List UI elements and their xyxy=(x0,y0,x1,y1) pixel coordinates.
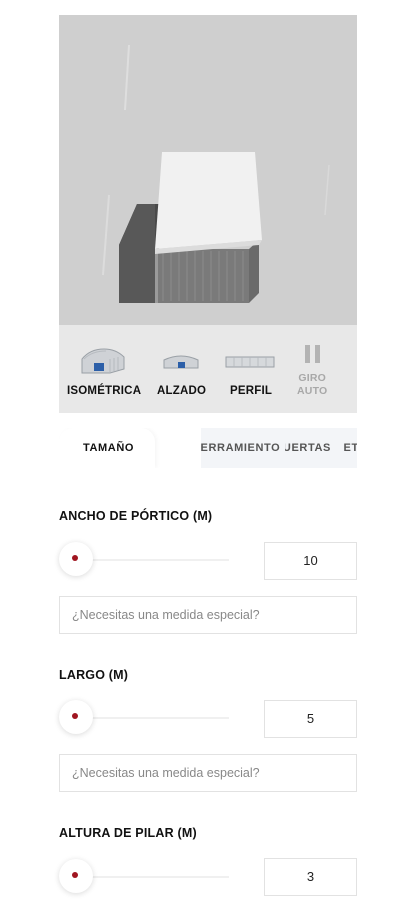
ancho-slider-handle[interactable] xyxy=(59,542,93,576)
tab-cerramiento-label: CERRAMIENTO xyxy=(201,442,281,454)
tab-puertas[interactable]: PUERTAS xyxy=(285,428,343,468)
view-isometric-button[interactable]: ISOMÉTRICA xyxy=(59,325,147,413)
auto-rotate-label: GIRO AUTO xyxy=(297,372,327,398)
ancho-slider[interactable] xyxy=(59,540,229,580)
view-mode-toolbar: ISOMÉTRICA ALZADO PERFIL GIRO AUTO xyxy=(59,325,357,413)
ancho-slider-track xyxy=(69,559,229,561)
profile-view-icon xyxy=(225,356,275,368)
altura-slider-track xyxy=(69,876,229,878)
tab-detalles[interactable]: DETALLES xyxy=(343,428,357,468)
view-elevation-label: ALZADO xyxy=(157,385,207,397)
auto-rotate-label-line2: AUTO xyxy=(297,385,328,397)
view-isometric-label: ISOMÉTRICA xyxy=(67,385,142,397)
isometric-view-icon xyxy=(81,348,125,374)
largo-slider-track xyxy=(69,717,229,719)
tab-cerramiento[interactable]: CERRAMIENTO xyxy=(201,428,285,468)
tab-tamano-label: TAMAÑO xyxy=(83,442,135,454)
ancho-value-input[interactable]: 10 xyxy=(264,542,357,580)
largo-slider-handle[interactable] xyxy=(59,700,93,734)
tab-tamano[interactable]: TAMAÑO xyxy=(59,428,155,468)
largo-slider[interactable] xyxy=(59,698,229,738)
field-title-ancho: ANCHO DE PÓRTICO (M) xyxy=(59,509,213,523)
largo-value-input[interactable]: 5 xyxy=(264,700,357,738)
field-title-altura: ALTURA DE PILAR (M) xyxy=(59,826,197,840)
altura-slider[interactable] xyxy=(59,857,229,897)
config-tabs: CERRAMIENTO PUERTAS DETALLES TAMAÑO xyxy=(59,428,357,468)
view-profile-label: PERFIL xyxy=(230,385,273,397)
building-render xyxy=(59,15,357,325)
3d-viewer[interactable] xyxy=(59,15,357,325)
elevation-view-icon xyxy=(163,355,199,369)
altura-slider-handle[interactable] xyxy=(59,859,93,893)
altura-value-input[interactable]: 3 xyxy=(264,858,357,896)
tab-detalles-label: DETALLES xyxy=(343,442,357,454)
largo-special-input[interactable]: ¿Necesitas una medida especial? xyxy=(59,754,357,792)
pause-icon xyxy=(305,345,320,363)
view-profile-button[interactable]: PERFIL xyxy=(223,325,277,413)
field-title-largo: LARGO (M) xyxy=(59,668,129,682)
tab-puertas-label: PUERTAS xyxy=(285,442,331,454)
auto-rotate-label-line1: GIRO xyxy=(298,372,326,384)
view-elevation-button[interactable]: ALZADO xyxy=(151,325,211,413)
ancho-special-input[interactable]: ¿Necesitas una medida especial? xyxy=(59,596,357,634)
auto-rotate-toggle[interactable]: GIRO AUTO xyxy=(293,325,333,413)
